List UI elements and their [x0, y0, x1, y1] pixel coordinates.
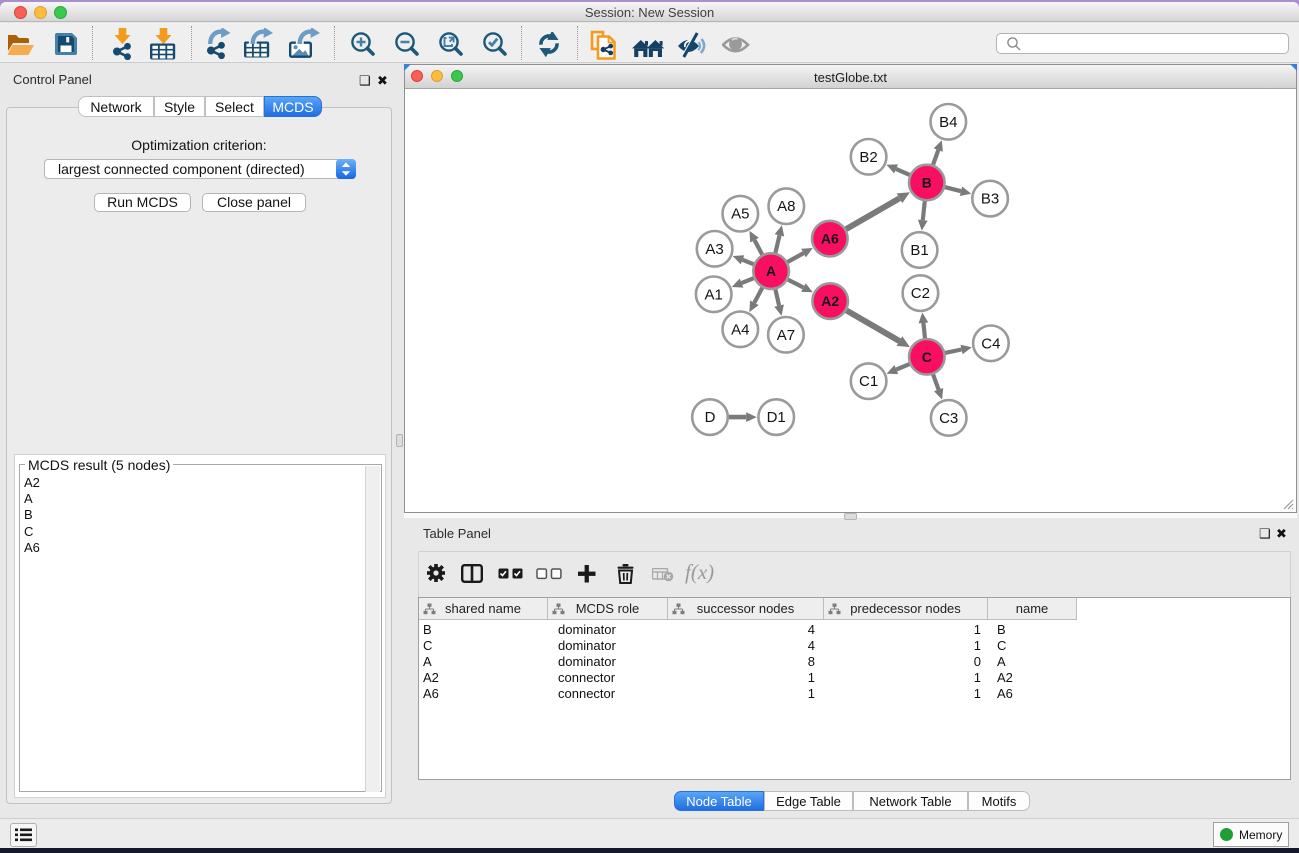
svg-text:A5: A5 [731, 206, 749, 223]
svg-text:C2: C2 [911, 285, 930, 302]
svg-text:C4: C4 [981, 335, 1000, 352]
svg-text:A8: A8 [777, 198, 795, 215]
svg-text:D: D [705, 409, 716, 426]
svg-text:A: A [766, 263, 776, 279]
svg-text:B: B [922, 175, 932, 191]
svg-text:A1: A1 [705, 286, 723, 303]
svg-text:A4: A4 [731, 321, 749, 338]
svg-text:B3: B3 [981, 191, 999, 208]
svg-text:B4: B4 [939, 114, 957, 131]
svg-text:C: C [922, 349, 932, 365]
svg-text:C3: C3 [939, 410, 958, 427]
svg-text:C1: C1 [859, 373, 878, 390]
svg-text:D1: D1 [767, 409, 786, 426]
svg-text:A6: A6 [821, 231, 839, 247]
svg-text:B1: B1 [910, 242, 928, 259]
svg-text:A7: A7 [777, 327, 795, 344]
svg-text:A2: A2 [821, 293, 839, 309]
svg-text:B2: B2 [859, 149, 877, 166]
svg-text:A3: A3 [705, 241, 723, 258]
